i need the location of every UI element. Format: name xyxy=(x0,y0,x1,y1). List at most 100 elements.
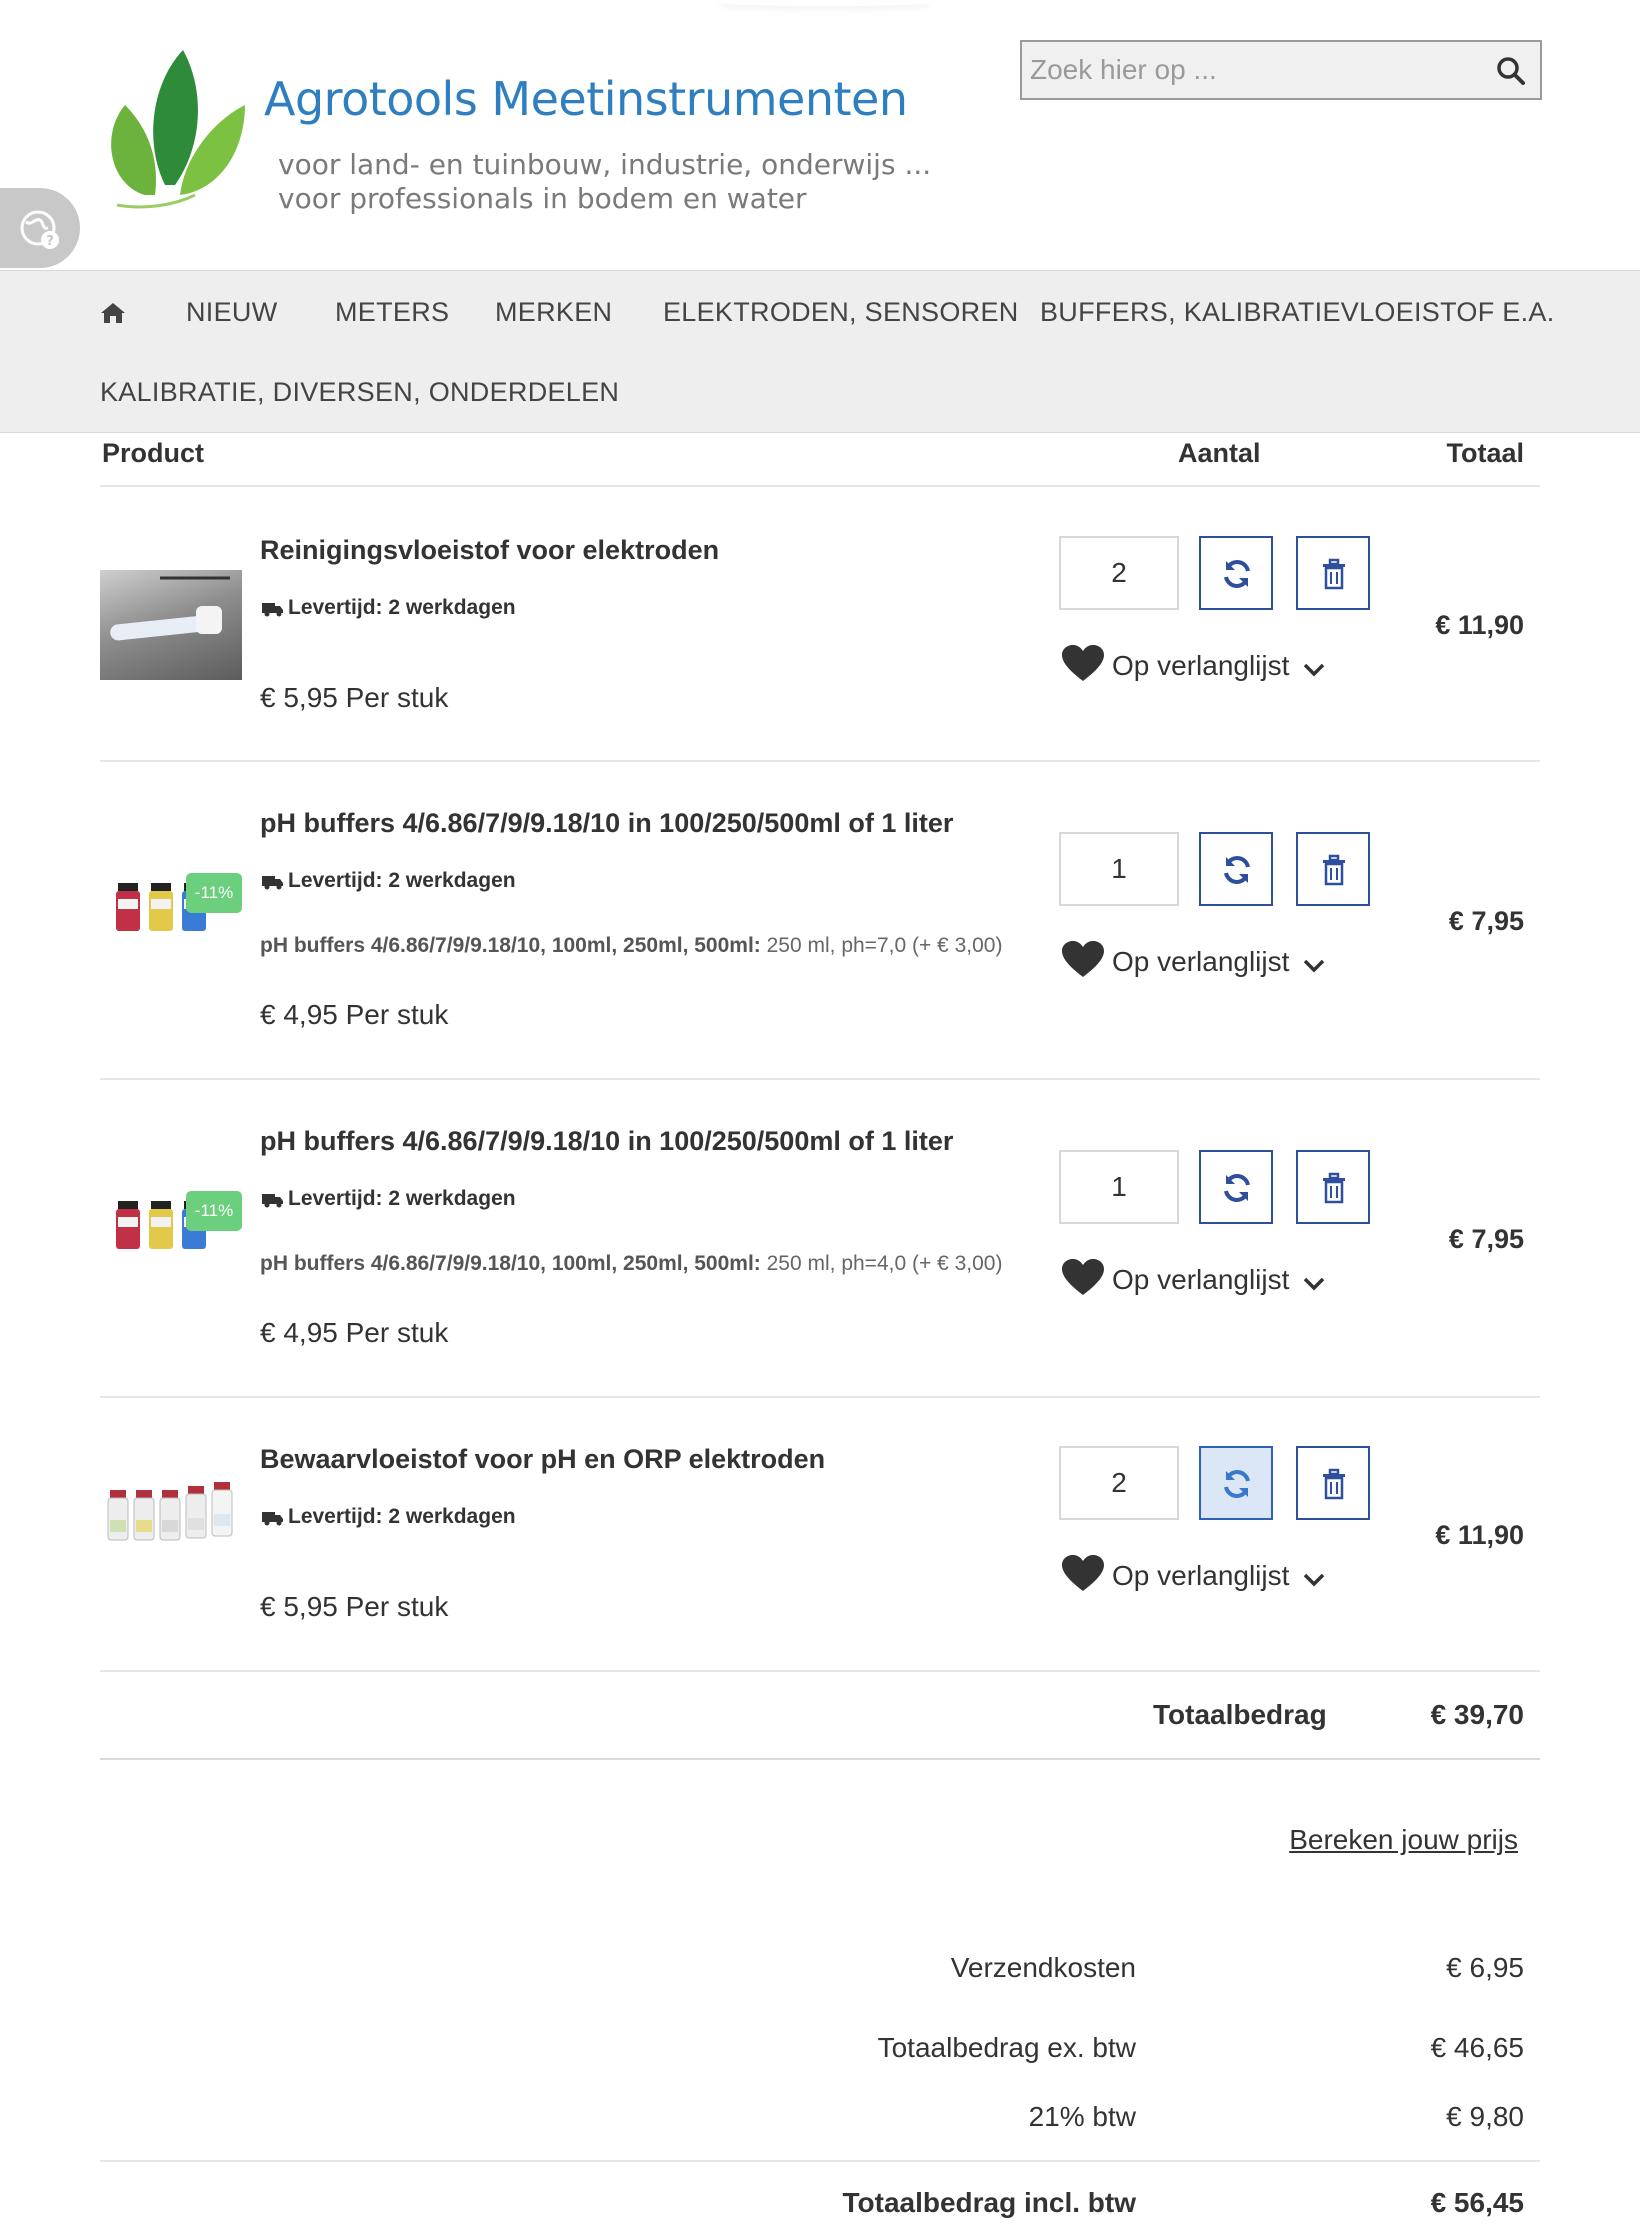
option-label: pH buffers 4/6.86/7/9/9.18/10, 100ml, 25… xyxy=(260,1252,761,1275)
option-value: 250 ml, ph=4,0 (+ € 3,00) xyxy=(760,1252,1003,1275)
home-icon[interactable] xyxy=(100,300,126,326)
delete-button[interactable] xyxy=(1296,832,1370,906)
delete-button[interactable] xyxy=(1296,1150,1370,1224)
update-button[interactable] xyxy=(1199,536,1273,610)
update-button[interactable] xyxy=(1199,1446,1273,1520)
vat-value: € 9,80 xyxy=(1446,2101,1524,2132)
column-total-header: Totaal xyxy=(1446,438,1524,468)
option-label: pH buffers 4/6.86/7/9/9.18/10, 100ml, 25… xyxy=(260,934,761,957)
product-option: pH buffers 4/6.86/7/9/9.18/10, 100ml, 25… xyxy=(260,1252,1002,1276)
unit-price: € 5,95 Per stuk xyxy=(260,1591,449,1622)
product-title[interactable]: pH buffers 4/6.86/7/9/9.18/10 in 100/250… xyxy=(260,1126,953,1157)
unit-price: € 5,95 Per stuk xyxy=(260,682,449,713)
trash-icon xyxy=(1323,558,1345,590)
wishlist-toggle[interactable]: Op verlanglijst xyxy=(1062,1259,1333,1297)
search-box xyxy=(1020,40,1542,100)
quantity-input[interactable] xyxy=(1059,1446,1179,1520)
line-total: € 7,95 xyxy=(1448,1224,1524,1254)
heart-icon xyxy=(1062,941,1104,977)
discount-badge: -11% xyxy=(186,873,242,913)
line-total: € 11,90 xyxy=(1435,1520,1524,1550)
quantity-input[interactable] xyxy=(1059,832,1179,906)
trash-icon xyxy=(1323,1468,1345,1500)
unit-price: € 4,95 Per stuk xyxy=(260,1317,449,1348)
logo-title[interactable]: Agrotools Meetinstrumenten xyxy=(264,72,908,126)
delivery-text: Levertijd: 2 werkdagen xyxy=(288,1505,516,1528)
nav-item-elektroden[interactable]: ELEKTRODEN, SENSOREN xyxy=(663,297,1019,328)
truck-icon xyxy=(262,603,283,617)
wishlist-toggle[interactable]: Op verlanglijst xyxy=(1062,1555,1333,1593)
subtotal-value: € 39,70 xyxy=(1430,1699,1524,1730)
trash-icon xyxy=(1323,854,1345,886)
top-shadow xyxy=(720,0,930,6)
heart-icon xyxy=(1062,1555,1104,1591)
discount-badge: -11% xyxy=(186,1191,242,1231)
row-divider xyxy=(100,1670,1540,1672)
wishlist-label: Op verlanglijst xyxy=(1112,1264,1290,1295)
delete-button[interactable] xyxy=(1296,1446,1370,1520)
search-input[interactable] xyxy=(1030,42,1470,98)
delivery-time: Levertijd: 2 werkdagen xyxy=(262,1505,516,1529)
wishlist-toggle[interactable]: Op verlanglijst xyxy=(1062,941,1333,979)
wishlist-toggle[interactable]: Op verlanglijst xyxy=(1062,645,1333,683)
refresh-icon xyxy=(1224,856,1250,884)
chevron-down-icon xyxy=(1304,1277,1325,1291)
product-title[interactable]: pH buffers 4/6.86/7/9/9.18/10 in 100/250… xyxy=(260,808,953,839)
truck-icon xyxy=(262,1194,283,1208)
delivery-time: Levertijd: 2 werkdagen xyxy=(262,869,516,893)
product-thumbnail[interactable] xyxy=(100,1468,242,1578)
calculate-price-link[interactable]: Bereken jouw prijs xyxy=(1289,1824,1518,1856)
update-button[interactable] xyxy=(1199,1150,1273,1224)
total-incl-vat-value: € 56,45 xyxy=(1430,2187,1524,2218)
product-option: pH buffers 4/6.86/7/9/9.18/10, 100ml, 25… xyxy=(260,934,1002,958)
main-nav: NIEUW METERS MERKEN ELEKTRODEN, SENSOREN… xyxy=(0,270,1640,433)
product-title[interactable]: Reinigingsvloeistof voor elektroden xyxy=(260,535,719,566)
delivery-time: Levertijd: 2 werkdagen xyxy=(262,1187,516,1211)
quantity-input[interactable] xyxy=(1059,536,1179,610)
total-ex-vat-label: Totaalbedrag ex. btw xyxy=(877,2032,1136,2063)
storage-bottles-image xyxy=(107,1482,233,1541)
logo-subtitle-2: voor professionals in bodem en water xyxy=(278,182,807,215)
wishlist-label: Op verlanglijst xyxy=(1112,650,1290,681)
refresh-icon xyxy=(1224,1174,1250,1202)
row-divider xyxy=(100,1078,1540,1080)
logo-leaves-icon[interactable] xyxy=(105,45,250,215)
language-toggle[interactable]: ? xyxy=(0,188,80,268)
total-incl-vat-label: Totaalbedrag incl. btw xyxy=(842,2187,1136,2218)
nav-item-merken[interactable]: MERKEN xyxy=(495,297,612,328)
refresh-icon xyxy=(1224,560,1250,588)
nav-item-nieuw[interactable]: NIEUW xyxy=(186,297,278,328)
vat-label: 21% btw xyxy=(1028,2101,1136,2132)
product-title[interactable]: Bewaarvloeistof voor pH en ORP elektrode… xyxy=(260,1444,825,1475)
chevron-down-icon xyxy=(1304,663,1325,677)
shipping-value: € 6,95 xyxy=(1446,1952,1524,1983)
product-thumbnail[interactable] xyxy=(100,570,242,680)
quantity-input[interactable] xyxy=(1059,1150,1179,1224)
row-divider xyxy=(100,760,1540,762)
wishlist-label: Op verlanglijst xyxy=(1112,946,1290,977)
delivery-text: Levertijd: 2 werkdagen xyxy=(288,1187,516,1210)
trash-icon xyxy=(1323,1172,1345,1204)
search-icon[interactable] xyxy=(1496,56,1526,86)
nav-item-kalibratie[interactable]: KALIBRATIE, DIVERSEN, ONDERDELEN xyxy=(100,377,619,408)
truck-icon xyxy=(262,876,283,890)
subtotal-label: Totaalbedrag xyxy=(1153,1699,1327,1730)
unit-price: € 4,95 Per stuk xyxy=(260,999,449,1030)
option-value: 250 ml, ph=7,0 (+ € 3,00) xyxy=(760,934,1003,957)
nav-item-meters[interactable]: METERS xyxy=(335,297,449,328)
site-header: Agrotools Meetinstrumenten voor land- en… xyxy=(0,0,1640,270)
header-divider xyxy=(100,485,1540,487)
column-product-header: Product xyxy=(102,438,205,468)
nav-item-buffers[interactable]: BUFFERS, KALIBRATIEVLOEISTOF E.A. xyxy=(1040,297,1555,328)
delivery-time: Levertijd: 2 werkdagen xyxy=(262,596,516,620)
electrode-image xyxy=(110,576,230,641)
logo-subtitle-1: voor land- en tuinbouw, industrie, onder… xyxy=(278,148,932,181)
row-divider xyxy=(100,1396,1540,1398)
update-button[interactable] xyxy=(1199,832,1273,906)
column-qty-header: Aantal xyxy=(1178,438,1261,468)
heart-icon xyxy=(1062,645,1104,681)
delete-button[interactable] xyxy=(1296,536,1370,610)
chevron-down-icon xyxy=(1304,1573,1325,1587)
subtotal-divider xyxy=(100,1758,1540,1760)
svg-text:?: ? xyxy=(46,234,54,249)
